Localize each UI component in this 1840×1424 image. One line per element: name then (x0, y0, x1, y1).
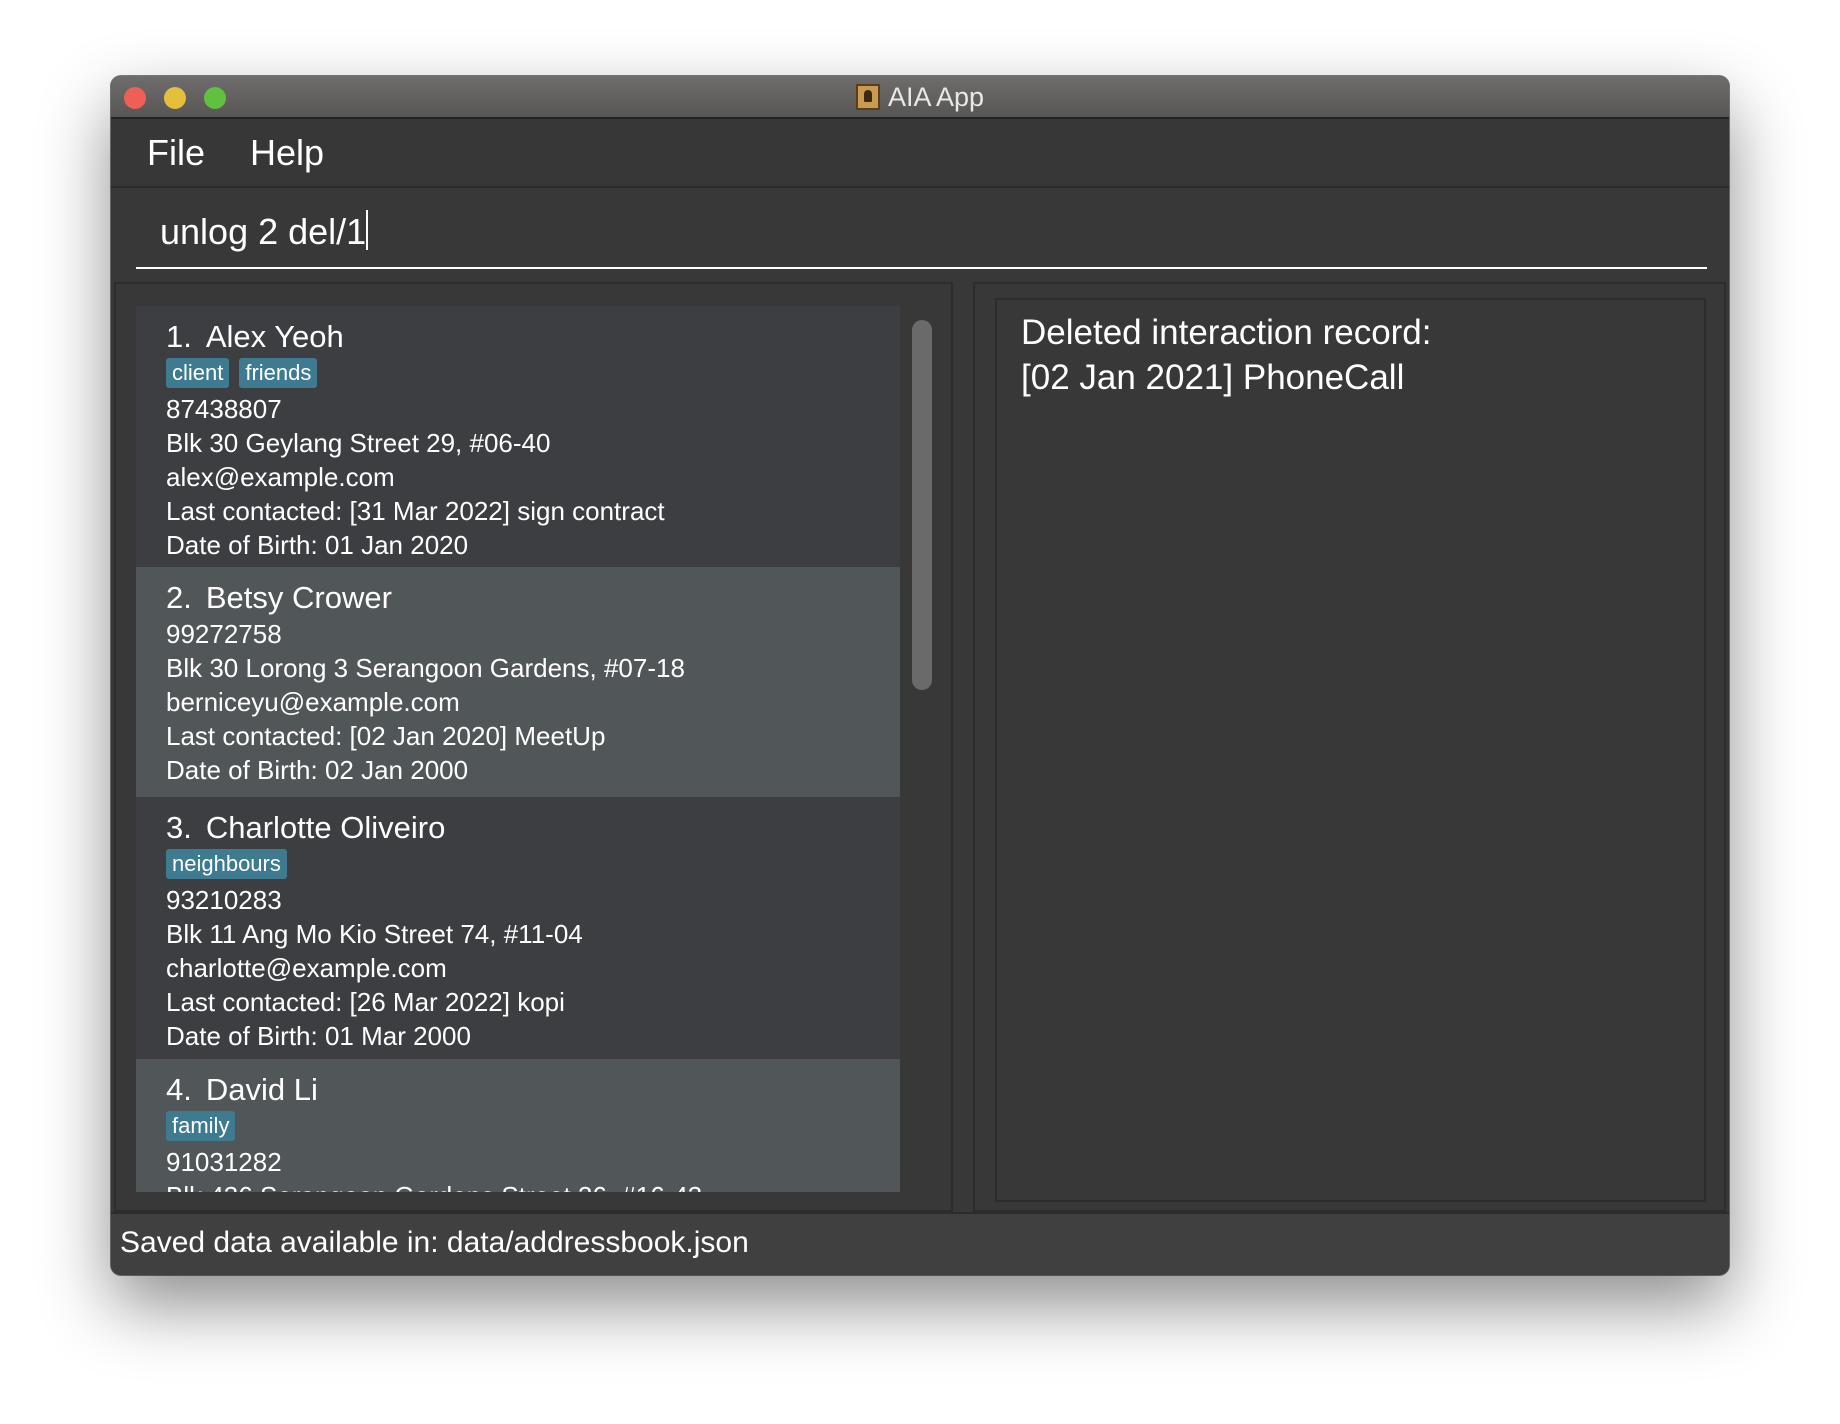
person-address: Blk 436 Serangoon Gardens Street 26, #16… (166, 1179, 900, 1192)
tag-badge: family (166, 1111, 236, 1141)
person-index: 3. (166, 810, 192, 845)
person-email: charlotte@example.com (166, 953, 447, 983)
result-panel: Deleted interaction record: [02 Jan 2021… (973, 282, 1726, 1212)
tag-badge: neighbours (166, 849, 287, 879)
result-line-2: [02 Jan 2021] PhoneCall (1021, 358, 1405, 397)
person-name-text: Charlotte Oliveiro (205, 810, 446, 845)
command-box[interactable]: unlog 2 del/1 (111, 188, 1729, 282)
person-phone: 91031282 (166, 1147, 282, 1177)
scrollbar-thumb[interactable] (912, 320, 932, 690)
person-phone: 87438807 (166, 394, 282, 424)
person-card[interactable]: 3. Charlotte Oliveiro neighbours 93210283 Bl… (136, 797, 900, 1059)
person-phone: 93210283 (166, 885, 282, 915)
person-index: 1. (166, 319, 192, 354)
person-index: 4. (166, 1072, 192, 1107)
window-title: AIA App (111, 82, 1729, 113)
person-name-text: David Li (205, 1072, 318, 1107)
person-dob: Date of Birth: 01 Mar 2000 (166, 1021, 471, 1051)
person-name: 3. Charlotte Oliveiro (166, 809, 900, 847)
person-address: Blk 30 Lorong 3 Serangoon Gardens, #07-1… (166, 653, 685, 683)
person-dob: Date of Birth: 02 Jan 2000 (166, 755, 469, 785)
person-index: 2. (166, 580, 192, 615)
tag-list: client friends (166, 358, 900, 392)
person-name-text: Alex Yeoh (205, 319, 344, 354)
person-last-contacted: Last contacted: [26 Mar 2022] kopi (166, 987, 565, 1017)
person-last-contacted: Last contacted: [31 Mar 2022] sign contr… (166, 496, 665, 526)
person-address: Blk 11 Ang Mo Kio Street 74, #11-04 (166, 919, 583, 949)
person-phone: 99272758 (166, 619, 282, 649)
person-card[interactable]: 1. Alex Yeoh client friends 87438807 Blk 30 G… (136, 306, 900, 567)
person-name-text: Betsy Crower (205, 580, 392, 615)
person-list-panel: 1. Alex Yeoh client friends 87438807 Blk 30 G… (114, 282, 953, 1212)
tag-list: neighbours (166, 849, 900, 883)
tag-list: family (166, 1111, 900, 1145)
person-name: 1. Alex Yeoh (166, 318, 900, 356)
menu-file[interactable]: File (147, 132, 205, 174)
tag-badge: friends (239, 358, 318, 388)
person-email: alex@example.com (166, 462, 395, 492)
person-email: berniceyu@example.com (166, 687, 460, 717)
person-name: 4. David Li (166, 1071, 900, 1109)
title-bar: AIA App (111, 76, 1729, 119)
command-input[interactable]: unlog 2 del/1 (160, 210, 369, 253)
command-input-value[interactable]: unlog 2 del/1 (160, 211, 366, 252)
address-book-icon (855, 84, 880, 110)
result-display: Deleted interaction record: [02 Jan 2021… (995, 298, 1706, 1202)
person-card[interactable]: 2. Betsy Crower 99272758 Blk 30 Lorong 3 Se… (136, 567, 900, 797)
person-list[interactable]: 1. Alex Yeoh client friends 87438807 Blk 30 G… (136, 306, 900, 1192)
menu-bar: File Help (111, 119, 1729, 188)
app-window: AIA App File Help unlog 2 del/1 1. Alex Y… (111, 76, 1729, 1275)
person-name: 2. Betsy Crower (166, 579, 900, 617)
text-caret (366, 210, 369, 250)
status-text: Saved data available in: data/addressboo… (120, 1226, 749, 1259)
person-card[interactable]: 4. David Li family 91031282 Blk 436 Serangoo… (136, 1059, 900, 1192)
menu-help[interactable]: Help (250, 132, 324, 174)
person-dob: Date of Birth: 01 Jan 2020 (166, 530, 469, 560)
window-title-text: AIA App (887, 82, 985, 112)
command-underline (136, 267, 1707, 269)
person-last-contacted: Last contacted: [02 Jan 2020] MeetUp (166, 721, 606, 751)
result-line-1: Deleted interaction record: (1021, 313, 1432, 352)
tag-badge: client (166, 358, 230, 388)
status-bar: Saved data available in: data/addressboo… (111, 1212, 1729, 1275)
person-address: Blk 30 Geylang Street 29, #06-40 (166, 428, 551, 458)
